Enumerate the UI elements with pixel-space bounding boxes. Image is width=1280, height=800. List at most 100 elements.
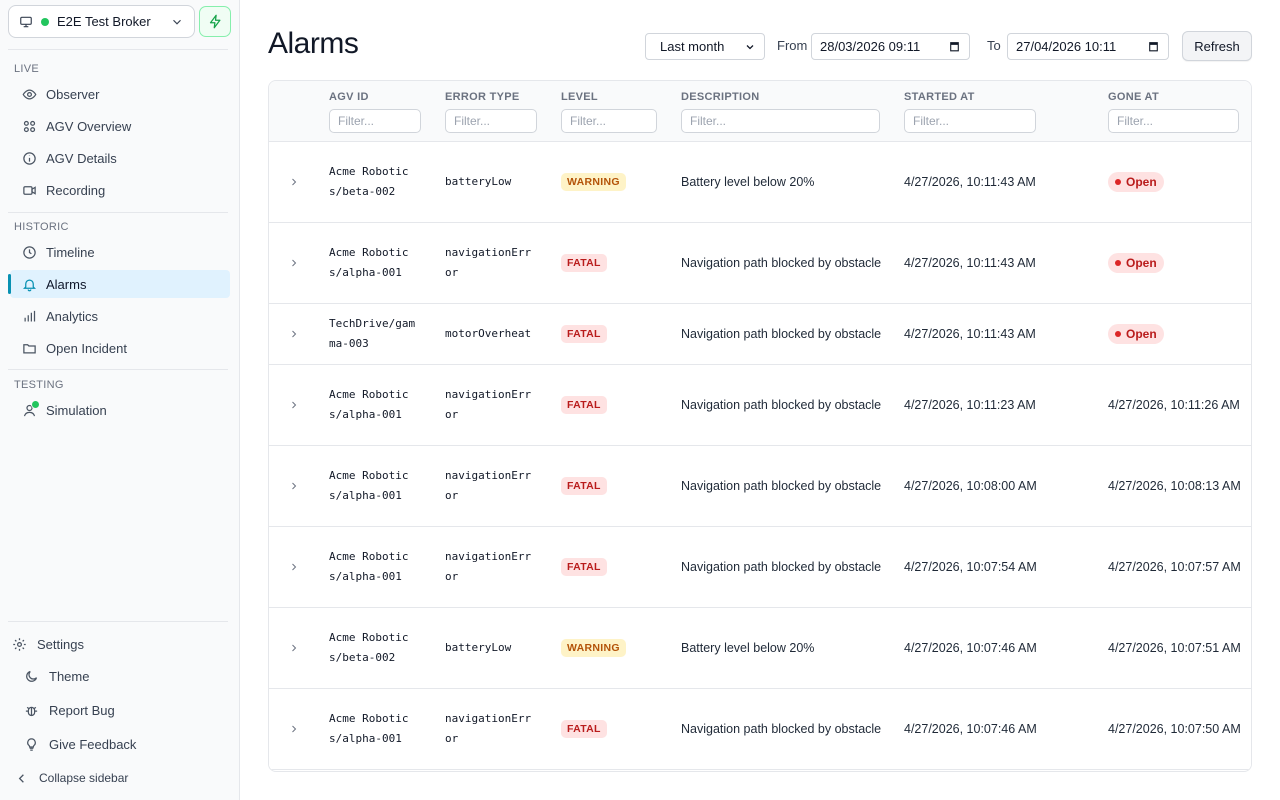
started-at-cell: 4/27/2026, 10:11:43 AM <box>904 256 1036 270</box>
started-at-cell: 4/27/2026, 10:11:23 AM <box>904 398 1036 412</box>
sidebar-item-agv-overview[interactable]: AGV Overview <box>10 112 230 140</box>
sidebar-item-label: AGV Overview <box>46 118 132 134</box>
chevron-right-icon <box>292 644 297 652</box>
sidebar-item-analytics[interactable]: Analytics <box>10 302 230 330</box>
video-icon <box>23 185 36 195</box>
give-feedback-button[interactable]: Give Feedback <box>24 730 136 758</box>
table-row[interactable]: Acme Robotics/alpha-001 navigationError FA… <box>269 689 1251 770</box>
table-row[interactable]: Acme Robotics/beta-002 batteryLow WARNING B… <box>269 142 1251 223</box>
column-header-started-at[interactable]: STARTED AT <box>904 91 975 103</box>
chevron-right-icon <box>292 482 297 490</box>
expand-row-button[interactable] <box>287 446 301 526</box>
error-type-cell: navigationError <box>445 550 532 583</box>
section-label-historic: HISTORIC <box>14 221 69 233</box>
eye-icon <box>22 88 37 100</box>
expand-row-button[interactable] <box>287 365 301 445</box>
chevron-left-icon <box>18 773 24 783</box>
to-label: To <box>987 38 1001 53</box>
column-header-description[interactable]: DESCRIPTION <box>681 91 759 103</box>
level-cell: FATAL <box>561 446 607 526</box>
calendar-icon <box>1149 42 1158 52</box>
broker-selector[interactable]: E2E Test Broker <box>8 5 195 38</box>
refresh-button[interactable]: Refresh <box>1182 31 1252 61</box>
level-badge: FATAL <box>561 396 607 414</box>
agv-id-filter-input[interactable]: Filter... <box>329 109 421 133</box>
expand-row-button[interactable] <box>287 304 301 364</box>
error-type-cell: batteryLow <box>445 641 512 654</box>
open-status-label: Open <box>1126 327 1157 341</box>
sidebar-item-label: Open Incident <box>46 340 127 356</box>
column-header-agv-id[interactable]: AGV ID <box>329 91 369 103</box>
started-at-filter-input[interactable]: Filter... <box>904 109 1036 133</box>
level-cell: WARNING <box>561 608 626 688</box>
time-range-select[interactable]: Last month <box>645 33 765 60</box>
column-header-gone-at[interactable]: GONE AT <box>1108 91 1159 103</box>
chevron-right-icon <box>292 401 297 409</box>
simulation-status-dot <box>31 400 40 409</box>
sidebar-item-agv-details[interactable]: AGV Details <box>10 144 230 172</box>
description-cell: Navigation path blocked by obstacle <box>681 479 882 493</box>
moon-icon <box>26 670 38 682</box>
column-header-error-type[interactable]: ERROR TYPE <box>445 91 520 103</box>
table-header: AGV ID ERROR TYPE LEVEL DESCRIPTION STAR… <box>269 81 1251 142</box>
info-icon <box>23 151 36 165</box>
gone-at-filter-input[interactable]: Filter... <box>1108 109 1239 133</box>
started-at-cell: 4/27/2026, 10:07:54 AM <box>904 560 1037 574</box>
sidebar-item-label: Alarms <box>46 276 87 292</box>
column-header-level[interactable]: LEVEL <box>561 91 598 103</box>
description-filter-input[interactable]: Filter... <box>681 109 880 133</box>
settings-button[interactable]: Settings <box>12 630 84 658</box>
sidebar-item-alarms[interactable]: Alarms <box>8 270 230 298</box>
table-row[interactable]: Acme Robotics/beta-002 batteryLow WARNING B… <box>269 608 1251 689</box>
connect-button[interactable] <box>199 6 231 37</box>
expand-row-button[interactable] <box>287 223 301 303</box>
description-cell: Navigation path blocked by obstacle <box>681 722 882 736</box>
expand-row-button[interactable] <box>287 142 301 222</box>
level-cell: FATAL <box>561 365 607 445</box>
alarms-table: AGV ID ERROR TYPE LEVEL DESCRIPTION STAR… <box>268 80 1252 772</box>
description-cell: Navigation path blocked by obstacle <box>681 398 882 412</box>
error-type-cell: navigationError <box>445 246 532 279</box>
table-row[interactable]: Acme Robotics/alpha-001 navigationError FA… <box>269 527 1251 608</box>
bug-icon <box>25 706 38 716</box>
level-badge: FATAL <box>561 254 607 272</box>
gear-icon <box>13 637 26 651</box>
expand-row-button[interactable] <box>287 689 301 769</box>
theme-label: Theme <box>49 668 90 684</box>
gone-at-cell: 4/27/2026, 10:08:13 AM <box>1108 479 1241 493</box>
error-type-cell: motorOverheat <box>445 327 532 340</box>
error-type-cell: navigationError <box>445 469 532 502</box>
theme-button[interactable]: Theme <box>24 662 89 690</box>
sidebar-item-timeline[interactable]: Timeline <box>10 238 230 266</box>
expand-row-button[interactable] <box>287 527 301 607</box>
grid-icon <box>23 120 36 132</box>
status-dot <box>1115 331 1121 337</box>
level-filter-input[interactable]: Filter... <box>561 109 657 133</box>
gone-at-cell: 4/27/2026, 10:07:51 AM <box>1108 641 1241 655</box>
open-status-badge: Open <box>1108 172 1164 192</box>
to-datetime-input[interactable]: 27/04/2026 10:11 <box>1007 33 1169 60</box>
collapse-sidebar-button[interactable]: Collapse sidebar <box>14 764 128 792</box>
sidebar-item-observer[interactable]: Observer <box>10 80 230 108</box>
sidebar-item-simulation[interactable]: Simulation <box>10 396 230 424</box>
connection-status-dot <box>41 17 49 26</box>
sidebar-item-open-incident[interactable]: Open Incident <box>10 334 230 362</box>
open-status-label: Open <box>1126 256 1157 270</box>
chevron-down-icon <box>173 19 181 25</box>
table-row[interactable]: Acme Robotics/alpha-001 navigationError FA… <box>269 446 1251 527</box>
gone-at-cell: 4/27/2026, 10:11:26 AM <box>1108 398 1240 412</box>
clock-icon <box>23 245 36 259</box>
error-type-filter-input[interactable]: Filter... <box>445 109 537 133</box>
started-at-cell: 4/27/2026, 10:07:46 AM <box>904 641 1037 655</box>
expand-row-button[interactable] <box>287 608 301 688</box>
table-row[interactable]: TechDrive/gamma-003 motorOverheat FATAL Nav… <box>269 304 1251 365</box>
from-datetime-input[interactable]: 28/03/2026 09:11 <box>811 33 970 60</box>
started-at-cell: 4/27/2026, 10:11:43 AM <box>904 327 1036 341</box>
report-bug-button[interactable]: Report Bug <box>24 696 115 724</box>
table-row[interactable]: Acme Robotics/alpha-001 navigationError FA… <box>269 365 1251 446</box>
sidebar-item-recording[interactable]: Recording <box>10 176 230 204</box>
agv-id-cell: Acme Robotics/beta-002 <box>329 631 409 664</box>
level-badge: WARNING <box>561 173 626 191</box>
agv-id-cell: Acme Robotics/alpha-001 <box>329 246 409 279</box>
table-row[interactable]: Acme Robotics/alpha-001 navigationError FA… <box>269 223 1251 304</box>
